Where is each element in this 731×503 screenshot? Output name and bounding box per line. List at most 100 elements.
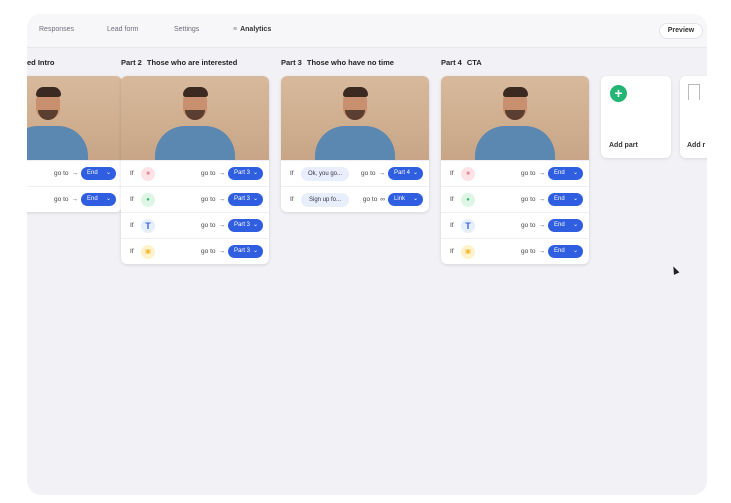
rule-row: go to → End ⌄ — [27, 160, 122, 186]
goto-label: go to — [201, 170, 216, 177]
goto-label: go to — [54, 196, 69, 203]
text-icon: T — [141, 219, 155, 233]
app-window: Responses Lead form Settings ≡ Analytics … — [27, 14, 707, 495]
tab-settings[interactable]: Settings — [174, 26, 199, 33]
part-title: Part 4 CTA — [441, 58, 589, 70]
if-label: If — [450, 196, 454, 203]
rule-row: If ■ go to → End ⌄ — [441, 160, 589, 186]
add-part-label: Add part — [609, 142, 638, 149]
tab-analytics[interactable]: ≡ Analytics — [233, 26, 271, 33]
target-value: Part 4 — [394, 170, 411, 176]
if-label: If — [450, 222, 454, 229]
if-label: If — [130, 222, 134, 229]
chevron-down-icon: ⌄ — [572, 196, 578, 202]
arrow-icon: → — [538, 248, 546, 255]
rule-row: If Sign up fo... go to ∞ Link ⌄ — [281, 186, 429, 212]
rule-row: If Tgo to → Part 3 ⌄ — [121, 212, 269, 238]
arrow-icon: → — [378, 170, 386, 177]
if-label: If — [450, 248, 454, 255]
arrow-icon: → — [218, 196, 226, 203]
video-thumbnail[interactable] — [281, 76, 429, 160]
arrow-icon: → — [538, 222, 546, 229]
tab-responses[interactable]: Responses — [39, 26, 74, 33]
rule-row: If ● go to → End ⌄ — [441, 186, 589, 212]
chevron-down-icon: ⌄ — [572, 170, 578, 176]
part-name: Those who have no time — [306, 58, 394, 67]
bookmark-icon — [688, 84, 700, 100]
if-label: If — [450, 170, 454, 177]
top-nav: Responses Lead form Settings ≡ Analytics … — [27, 14, 707, 48]
target-select[interactable]: End ⌄ — [548, 219, 583, 232]
goto-label: go to — [201, 248, 216, 255]
part-column-3: Part 3 Those who have no time If Ok, you g… — [281, 58, 429, 212]
chevron-down-icon: ⌄ — [412, 170, 418, 176]
target-value: End — [87, 170, 98, 176]
chevron-down-icon: ⌄ — [252, 222, 258, 228]
part-title: ed Intro — [27, 58, 55, 67]
video-icon: ■ — [461, 167, 475, 181]
part-column-intro: ed Intro go to → End ⌄ go to → End ⌄ — [27, 58, 122, 212]
part-card[interactable]: If ■ go to → Part 3 ⌄ If ● go to → Part 3 ⌄ If Tgo … — [121, 76, 269, 264]
part-number: Part 2 — [121, 58, 142, 67]
target-select[interactable]: Part 3 ⌄ — [228, 219, 263, 232]
preview-button[interactable]: Preview — [659, 23, 703, 39]
rule-row: If ▣ go to → Part 3 ⌄ — [121, 238, 269, 264]
rule-row: If Ok, you go... go to → Part 4 ⌄ — [281, 160, 429, 186]
chevron-down-icon: ⌄ — [572, 248, 578, 254]
goto-label: go to — [521, 222, 536, 229]
video-thumbnail[interactable] — [441, 76, 589, 160]
target-value: Part 3 — [234, 196, 251, 202]
answer-chip[interactable]: Sign up fo... — [301, 193, 349, 207]
target-select[interactable]: End ⌄ — [548, 193, 583, 206]
chevron-down-icon: ⌄ — [252, 170, 258, 176]
video-thumbnail[interactable] — [121, 76, 269, 160]
target-value: End — [554, 222, 565, 228]
part-column-4: Part 4 CTA If ■ go to → End ⌄ If ● go to → End ⌄ If… — [441, 58, 589, 264]
part-title: Part 3 Those who have no time — [281, 58, 429, 70]
arrow-icon: → — [71, 196, 79, 203]
mic-icon: ● — [461, 193, 475, 207]
target-select[interactable]: Part 3 ⌄ — [228, 193, 263, 206]
target-value: End — [554, 196, 565, 202]
chevron-down-icon: ⌄ — [252, 196, 258, 202]
answer-chip[interactable]: Ok, you go... — [301, 167, 349, 181]
part-card[interactable]: If ■ go to → End ⌄ If ● go to → End ⌄ If Tgo to → End… — [441, 76, 589, 264]
part-card[interactable]: If Ok, you go... go to → Part 4 ⌄ If Sign up f… — [281, 76, 429, 212]
chevron-down-icon: ⌄ — [105, 170, 111, 176]
arrow-icon: → — [218, 248, 226, 255]
rule-row: go to → End ⌄ — [27, 186, 122, 212]
chevron-down-icon: ⌄ — [252, 248, 258, 254]
tab-analytics-label: Analytics — [240, 26, 272, 33]
plus-icon: + — [610, 85, 627, 102]
add-part-button[interactable]: + Add part — [601, 76, 671, 158]
part-card[interactable]: go to → End ⌄ go to → End ⌄ — [27, 76, 122, 212]
arrow-icon: → — [538, 196, 546, 203]
target-select[interactable]: Part 3 ⌄ — [228, 245, 263, 258]
target-value: Part 3 — [234, 222, 251, 228]
part-column-2: Part 2 Those who are interested If ■ go to →… — [121, 58, 269, 264]
if-label: If — [130, 196, 134, 203]
target-select[interactable]: End ⌄ — [81, 193, 116, 206]
video-thumbnail[interactable] — [27, 76, 122, 160]
target-value: Part 3 — [234, 248, 251, 254]
target-select[interactable]: End ⌄ — [548, 245, 583, 258]
goto-label: go to — [201, 222, 216, 229]
text-icon: T — [461, 219, 475, 233]
part-name: CTA — [466, 58, 482, 67]
target-select[interactable]: End ⌄ — [548, 167, 583, 180]
chevron-down-icon: ⌄ — [572, 222, 578, 228]
rule-row: If Tgo to → End ⌄ — [441, 212, 589, 238]
goto-label: go to — [54, 170, 69, 177]
arrow-icon: → — [218, 222, 226, 229]
target-select[interactable]: Part 3 ⌄ — [228, 167, 263, 180]
tab-lead-form[interactable]: Lead form — [107, 26, 139, 33]
mouse-cursor-icon — [670, 265, 680, 275]
target-value: Link — [394, 196, 406, 202]
add-resource-button[interactable]: Add r — [680, 76, 707, 158]
if-label: If — [290, 196, 294, 203]
part-title: Part 2 Those who are interested — [121, 58, 269, 70]
target-select[interactable]: Link ⌄ — [388, 193, 423, 206]
target-select[interactable]: End ⌄ — [81, 167, 116, 180]
target-select[interactable]: Part 4 ⌄ — [388, 167, 423, 180]
file-icon: ▣ — [141, 245, 155, 259]
